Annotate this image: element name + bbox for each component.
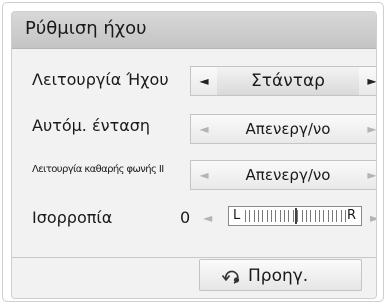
balance-tick bbox=[271, 210, 273, 222]
header-bar: Ρύθμιση ήχου bbox=[12, 12, 376, 49]
balance-tick bbox=[345, 210, 346, 222]
balance-tick bbox=[327, 210, 329, 222]
balance-label: Ισορροπία bbox=[32, 208, 113, 227]
balance-slider[interactable]: L R bbox=[228, 206, 362, 226]
balance-tick bbox=[253, 210, 255, 222]
balance-tick bbox=[340, 210, 342, 222]
balance-tick bbox=[318, 210, 320, 222]
balance-left-letter: L bbox=[233, 208, 241, 223]
balance-tick bbox=[314, 210, 316, 222]
balance-value: 0 bbox=[180, 208, 191, 227]
balance-tick bbox=[279, 210, 281, 222]
balance-tick bbox=[331, 210, 333, 222]
clear-voice-value: Απενεργ/νο bbox=[245, 166, 331, 184]
balance-left-arrow-icon[interactable]: ◄ bbox=[203, 211, 212, 225]
balance-tick bbox=[310, 210, 312, 222]
sound-mode-right-arrow-icon[interactable]: ► bbox=[359, 67, 376, 95]
back-arrow-icon bbox=[221, 270, 240, 284]
auto-volume-label: Αυτόμ. ένταση bbox=[32, 116, 151, 135]
balance-tick bbox=[336, 210, 338, 222]
balance-tick bbox=[258, 210, 260, 222]
balance-tick bbox=[301, 210, 303, 222]
auto-volume-selector[interactable]: ◄ Απενεργ/νο ► bbox=[190, 114, 376, 144]
balance-center-marker bbox=[295, 208, 297, 224]
clear-voice-left-arrow-icon[interactable]: ◄ bbox=[191, 161, 217, 189]
balance-tick bbox=[245, 210, 246, 222]
previous-button[interactable]: Προηγ. bbox=[199, 259, 362, 291]
sound-settings-window: Ρύθμιση ήχου Λειτουργία Ήχου ◄ Στάνταρ ►… bbox=[2, 2, 384, 302]
balance-tick bbox=[275, 210, 277, 222]
balance-tick bbox=[249, 210, 251, 222]
balance-right-letter: R bbox=[346, 208, 356, 223]
auto-volume-left-arrow-icon[interactable]: ◄ bbox=[191, 115, 217, 143]
page-title: Ρύθμιση ήχου bbox=[25, 18, 147, 39]
balance-tick bbox=[292, 210, 294, 222]
sound-mode-label: Λειτουργία Ήχου bbox=[32, 70, 169, 89]
balance-tick bbox=[284, 210, 286, 222]
sound-mode-selector[interactable]: ◄ Στάνταρ ► bbox=[190, 66, 376, 96]
balance-tick bbox=[305, 210, 307, 222]
clear-voice-right-arrow-icon[interactable]: ► bbox=[359, 161, 376, 189]
previous-button-label: Προηγ. bbox=[248, 266, 309, 286]
balance-right-arrow-icon[interactable]: ► bbox=[370, 211, 376, 225]
footer-divider bbox=[12, 257, 376, 258]
clear-voice-label: Λειτουργία καθαρής φωνής ΙΙ bbox=[32, 164, 164, 175]
balance-tick bbox=[323, 210, 325, 222]
auto-volume-value: Απενεργ/νο bbox=[245, 120, 331, 138]
balance-tick bbox=[288, 210, 290, 222]
auto-volume-right-arrow-icon[interactable]: ► bbox=[359, 115, 376, 143]
sound-settings-panel: Ρύθμιση ήχου Λειτουργία Ήχου ◄ Στάνταρ ►… bbox=[11, 11, 377, 299]
balance-tick bbox=[262, 210, 264, 222]
sound-mode-value: Στάνταρ bbox=[217, 67, 359, 95]
balance-tick bbox=[266, 210, 268, 222]
clear-voice-selector[interactable]: ◄ Απενεργ/νο ► bbox=[190, 160, 376, 190]
sound-mode-left-arrow-icon[interactable]: ◄ bbox=[191, 67, 217, 95]
balance-tick bbox=[297, 210, 299, 222]
